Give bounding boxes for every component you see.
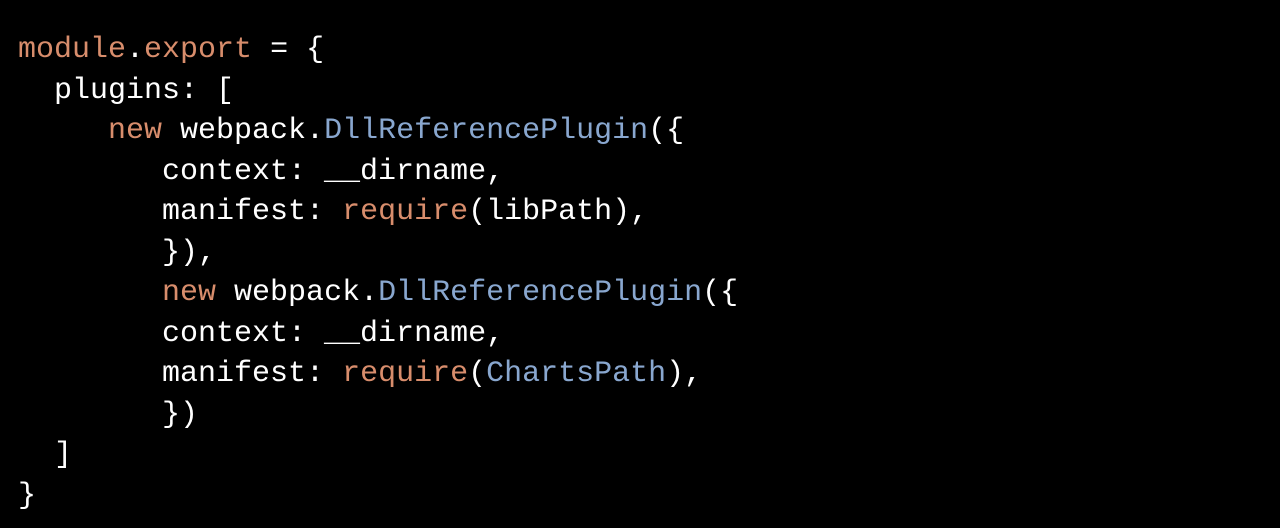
code-token: ChartsPath	[486, 357, 666, 391]
code-token: export	[144, 33, 252, 67]
code-token: context: __dirname,	[18, 155, 504, 189]
code-token: ({	[702, 276, 738, 310]
code-token: module	[18, 33, 126, 67]
code-token: .	[126, 33, 144, 67]
code-token: }),	[18, 236, 216, 270]
code-token: manifest:	[18, 195, 342, 229]
code-token: manifest:	[18, 357, 342, 391]
code-token: })	[18, 398, 198, 432]
code-token: new	[108, 114, 162, 148]
code-token: ]	[18, 438, 72, 472]
code-token: (	[468, 357, 486, 391]
code-token: DllReferencePlugin	[378, 276, 702, 310]
code-token: ({	[648, 114, 684, 148]
code-token: = {	[252, 33, 324, 67]
code-token: require	[342, 195, 468, 229]
code-token: new	[162, 276, 216, 310]
code-token: webpack.	[162, 114, 324, 148]
code-token: DllReferencePlugin	[324, 114, 648, 148]
code-token: require	[342, 357, 468, 391]
code-token: context: __dirname,	[18, 317, 504, 351]
code-token: }	[18, 479, 36, 513]
code-token: webpack.	[216, 276, 378, 310]
code-token: ),	[666, 357, 702, 391]
code-token	[18, 114, 108, 148]
code-token: plugins: [	[18, 74, 234, 108]
code-token	[18, 276, 162, 310]
code-block: module.export = { plugins: [ new webpack…	[18, 30, 1262, 516]
code-token: (libPath),	[468, 195, 648, 229]
